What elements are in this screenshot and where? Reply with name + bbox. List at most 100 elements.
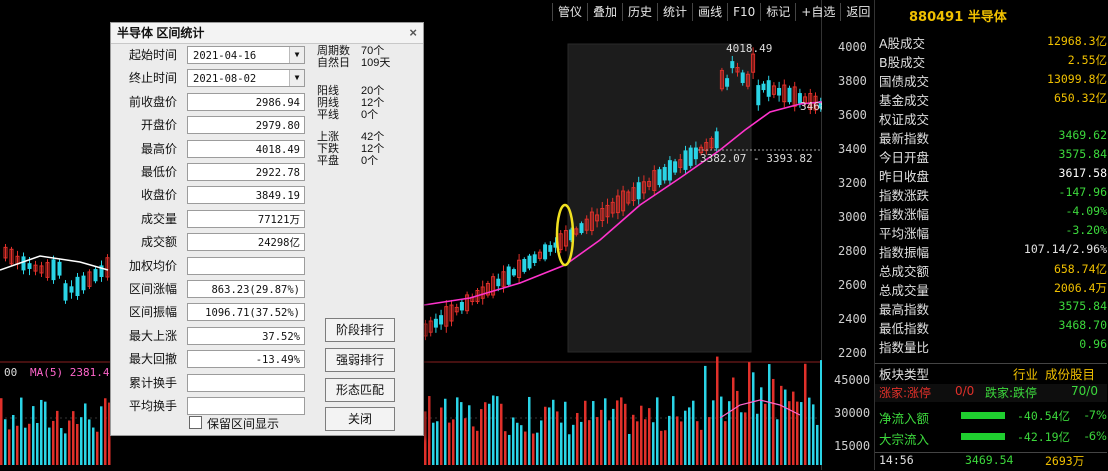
candle-body xyxy=(543,244,548,260)
stat-label: A股成交 xyxy=(879,36,926,51)
volume-bar xyxy=(492,395,495,465)
dialog-title: 半导体 区间统计 xyxy=(117,26,205,40)
field-label: 累计换手 xyxy=(128,375,177,390)
volume-bar xyxy=(460,402,463,465)
industry-tab[interactable]: 行业 xyxy=(1013,364,1038,383)
volume-bar xyxy=(820,360,822,465)
selected-range-shade xyxy=(567,43,752,353)
time-volume: 2693万 xyxy=(1045,454,1085,468)
side-stat: 上涨 42个 xyxy=(317,131,413,143)
volume-bar xyxy=(612,408,615,465)
flow-pct: -7% xyxy=(1084,408,1107,422)
date-combobox[interactable]: 2021-08-02 ▼ xyxy=(187,69,305,88)
toolbar-item[interactable]: 历史 xyxy=(622,3,657,21)
side-stat-value: 42个 xyxy=(361,131,385,143)
candle-body xyxy=(93,269,98,282)
volume-bar xyxy=(564,401,567,465)
side-stat-label: 自然日 xyxy=(317,57,350,69)
volume-bar xyxy=(84,403,87,465)
stat-row: 指数振幅 107.14/2.96% xyxy=(877,242,1108,260)
stat-row: 平均涨幅 -3.20% xyxy=(877,223,1108,241)
candle-body xyxy=(688,147,693,166)
candle-body xyxy=(636,182,641,200)
stat-value: 107.14/2.96% xyxy=(1023,242,1107,256)
candle-body xyxy=(725,78,730,87)
volume-bar xyxy=(740,412,743,465)
field-value: 2979.80 xyxy=(255,120,300,133)
checkbox-box[interactable] xyxy=(189,416,202,429)
volume-bar xyxy=(68,420,71,465)
side-stat: 阳线 20个 xyxy=(317,85,413,97)
volume-bar xyxy=(656,397,659,465)
volume-bar xyxy=(688,407,691,465)
toolbar-item[interactable]: 叠加 xyxy=(587,3,622,21)
field-label: 最大回撤 xyxy=(128,352,177,367)
volume-bar xyxy=(60,428,63,465)
volume-bar xyxy=(540,420,543,465)
field-value: 3849.19 xyxy=(255,190,300,203)
dialog-titlebar[interactable]: 半导体 区间统计 × xyxy=(111,23,423,44)
chevron-down-icon[interactable]: ▼ xyxy=(289,47,304,63)
candle-body xyxy=(496,278,501,287)
field-value: 2986.94 xyxy=(255,96,300,109)
stat-label: 昨日收盘 xyxy=(879,169,930,184)
volume-bar xyxy=(716,356,719,465)
stat-row: 指数量比 0.96 xyxy=(877,337,1108,355)
stage-ranking-button[interactable]: 阶段排行 xyxy=(325,318,395,342)
advance-value: 0/0 xyxy=(955,384,975,398)
close-icon[interactable]: × xyxy=(409,23,417,43)
field-value: 863.23(29.87%) xyxy=(211,284,300,296)
side-stat-label: 周期数 xyxy=(317,45,350,57)
volume-bar xyxy=(752,372,755,465)
toolbar-item[interactable]: 标记 xyxy=(760,3,795,21)
volume-bar xyxy=(652,422,655,465)
constituents-tab[interactable]: 成份股目 xyxy=(1045,364,1095,383)
toolbar-item[interactable]: 画线 xyxy=(692,3,727,21)
volume-bar xyxy=(628,433,631,465)
stat-label: 国债成交 xyxy=(879,74,930,89)
side-stat-label: 阳线 xyxy=(317,85,339,97)
stat-label: 最高指数 xyxy=(879,302,930,317)
toolbar-item[interactable]: 管仪 xyxy=(552,3,587,21)
field-row: 最大回撤 -13.49% xyxy=(111,349,311,369)
keep-range-checkbox[interactable]: 保留区间显示 xyxy=(189,415,279,432)
strength-ranking-button[interactable]: 强弱排行 xyxy=(325,348,395,372)
toolbar-item[interactable]: 返回 xyxy=(840,3,875,21)
candle-body xyxy=(548,245,553,252)
pattern-match-button[interactable]: 形态匹配 xyxy=(325,378,395,402)
industry-header: 板块类型 行业 成份股目 xyxy=(875,363,1107,382)
stat-value: 3468.70 xyxy=(1058,318,1107,332)
field-value-box: 77121万 xyxy=(187,209,305,228)
field-label: 加权均价 xyxy=(128,258,177,273)
volume-bar xyxy=(772,378,775,465)
stat-value: -147.96 xyxy=(1058,185,1107,199)
volume-bar xyxy=(52,420,55,465)
toolbar-item[interactable]: 统计 xyxy=(657,3,692,21)
side-stat-value: 70个 xyxy=(361,45,385,57)
candle-body xyxy=(527,255,532,269)
volume-bar xyxy=(512,417,515,465)
decline-value: 70/0 xyxy=(1071,384,1098,398)
flow-label: 大宗流入 xyxy=(879,432,930,447)
volume-bar xyxy=(4,419,7,465)
candle-body xyxy=(51,259,56,281)
toolbar-item[interactable]: +自选 xyxy=(795,3,840,21)
field-value-box: 1096.71(37.52%) xyxy=(187,303,305,322)
candle-body xyxy=(21,256,26,271)
candle-body xyxy=(766,80,771,97)
date-combobox[interactable]: 2021-04-16 ▼ xyxy=(187,46,305,64)
candle-body xyxy=(730,61,735,69)
close-button[interactable]: 关闭 xyxy=(325,407,395,431)
volume-bar xyxy=(800,402,803,465)
price-tick: 2800 xyxy=(838,244,867,258)
volume-bar xyxy=(804,363,807,465)
volume-bar xyxy=(784,389,787,465)
stat-label: 最低指数 xyxy=(879,321,930,336)
chevron-down-icon[interactable]: ▼ xyxy=(289,70,304,87)
volume-bar xyxy=(720,396,723,465)
volume-bar xyxy=(616,400,619,465)
volume-bar xyxy=(764,403,767,465)
flow-pct: -6% xyxy=(1084,429,1107,443)
toolbar-item[interactable]: F10 xyxy=(727,3,760,21)
volume-bar xyxy=(100,406,103,465)
